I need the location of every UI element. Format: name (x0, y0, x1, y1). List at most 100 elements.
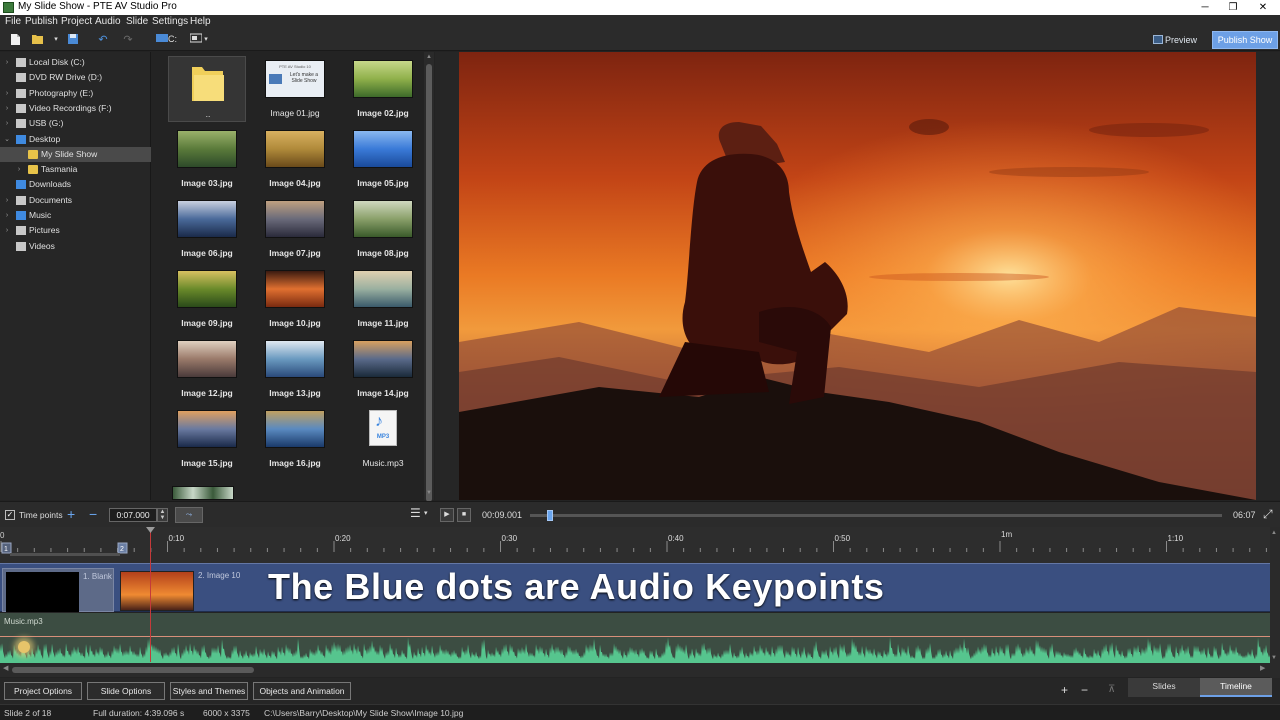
file-tile-image-08-jpg[interactable]: Image 08.jpg (344, 196, 422, 262)
tree-expander-icon[interactable]: ⌄ (3, 132, 11, 147)
tree-expander-icon[interactable]: › (3, 55, 11, 70)
minimize-icon[interactable]: ─ (1190, 0, 1220, 15)
project-options-button[interactable]: Project Options (4, 682, 82, 700)
menu-file[interactable]: File (5, 16, 21, 27)
slide-options-button[interactable]: Slide Options (87, 682, 165, 700)
tree-item-video-recordings-f[interactable]: › Video Recordings (F:) (0, 101, 151, 116)
menu-slide[interactable]: Slide (126, 16, 148, 27)
time-stepper-icon[interactable]: ▲ ▼ (157, 508, 168, 522)
file-tile-image-01-jpg[interactable]: PTE AV Studio 10 Let's make a Slide Show Im… (256, 56, 334, 122)
open-dropdown-icon[interactable]: ▾ (49, 33, 63, 47)
menu-audio[interactable]: Audio (95, 16, 121, 27)
file-tile-image-07-jpg[interactable]: Image 07.jpg (256, 196, 334, 262)
menu-publish[interactable]: Publish (25, 16, 58, 27)
playhead[interactable] (150, 527, 151, 662)
file-tile-image-15-jpg[interactable]: Image 15.jpg (168, 406, 246, 472)
file-tile-image-06-jpg[interactable]: Image 06.jpg (168, 196, 246, 262)
file-tile-image-13-jpg[interactable]: Image 13.jpg (256, 336, 334, 402)
tab-timeline[interactable]: Timeline (1200, 678, 1272, 697)
close-icon[interactable]: ✕ (1248, 0, 1278, 15)
playback-progress-track[interactable] (530, 514, 1222, 517)
undo-icon[interactable]: ↶ (96, 33, 110, 47)
file-tile-image-05-jpg[interactable]: Image 05.jpg (344, 126, 422, 192)
tree-expander-icon[interactable]: › (15, 162, 23, 177)
slides-track[interactable]: 1. Blank 2. Image 10 The Blue dots are A… (0, 563, 1270, 612)
tree-expander-icon[interactable]: › (3, 193, 11, 208)
menu-project[interactable]: Project (61, 16, 92, 27)
list-menu-dropdown-icon[interactable]: ▾ (424, 509, 428, 517)
objects-and-animation-button[interactable]: Objects and Animation (253, 682, 351, 700)
tree-item-local-disk-c[interactable]: › Local Disk (C:) (0, 55, 151, 70)
redo-icon[interactable]: ↷ (121, 33, 135, 47)
file-tile-image-09-jpg[interactable]: Image 09.jpg (168, 266, 246, 332)
file-browser-scrollbar[interactable]: ▲ ▼ (424, 52, 434, 502)
tree-expander-icon[interactable]: › (3, 101, 11, 116)
timeline-scrollbar[interactable]: ◀ ▶ (0, 663, 1270, 677)
scrollbar-thumb[interactable] (426, 64, 432, 502)
file-tile-music-mp3[interactable]: ♪ MP3 Music.mp3 (344, 406, 422, 472)
drive-icon[interactable] (155, 33, 169, 47)
scroll-left-icon[interactable]: ◀ (3, 664, 8, 672)
add-timepoint-icon[interactable]: + (67, 506, 75, 522)
file-tile-image-04-jpg[interactable]: Image 04.jpg (256, 126, 334, 192)
open-folder-icon[interactable] (31, 33, 45, 47)
drive-label[interactable]: C: (168, 34, 177, 44)
image-thumbnail-partial[interactable] (172, 486, 234, 500)
file-tile-image-12-jpg[interactable]: Image 12.jpg (168, 336, 246, 402)
file-tile-image-16-jpg[interactable]: Image 16.jpg (256, 406, 334, 472)
scroll-down-icon[interactable]: ▼ (426, 490, 432, 496)
tree-expander-icon[interactable]: › (3, 208, 11, 223)
sync-keypoints-icon[interactable]: ⤳ (175, 507, 203, 523)
scroll-up-icon[interactable]: ▲ (426, 54, 432, 60)
maximize-icon[interactable]: ❐ (1218, 0, 1248, 15)
timepoint-time-field[interactable]: 0:07.000 (109, 508, 157, 522)
tree-item-usb-g[interactable]: › USB (G:) (0, 116, 151, 131)
tree-item-my-slide-show[interactable]: My Slide Show (0, 146, 151, 162)
file-tile-image-03-jpg[interactable]: Image 03.jpg (168, 126, 246, 192)
menu-help[interactable]: Help (190, 16, 211, 27)
fullscreen-icon[interactable]: ⤢ (1263, 507, 1273, 522)
file-tile-image-14-jpg[interactable]: Image 14.jpg (344, 336, 422, 402)
timeline-vertical-scrollbar[interactable]: ▲ ▼ (1270, 527, 1280, 678)
menu-settings[interactable]: Settings (152, 16, 188, 27)
tree-item-pictures[interactable]: › Pictures (0, 223, 151, 238)
file-tile-image-02-jpg[interactable]: Image 02.jpg (344, 56, 422, 122)
tree-item-tasmania[interactable]: › Tasmania (0, 162, 151, 177)
timeline-scroll-down-icon[interactable]: ▼ (1271, 655, 1277, 661)
tree-expander-icon[interactable]: › (3, 223, 11, 238)
new-file-icon[interactable] (8, 33, 22, 47)
file-tile-image-10-jpg[interactable]: Image 10.jpg (256, 266, 334, 332)
scroll-right-icon[interactable]: ▶ (1260, 664, 1265, 672)
stop-icon[interactable]: ■ (457, 508, 471, 522)
zoom-in-icon[interactable]: + (1061, 683, 1068, 697)
save-icon[interactable] (66, 33, 80, 47)
tree-expander-icon[interactable]: › (3, 116, 11, 131)
publish-show-button[interactable]: Publish Show (1212, 31, 1278, 49)
remove-timepoint-icon[interactable]: − (89, 506, 97, 522)
slide-block-1[interactable]: 1. Blank (2, 568, 114, 612)
file-tile-image-11-jpg[interactable]: Image 11.jpg (344, 266, 422, 332)
tree-expander-icon[interactable]: › (3, 86, 11, 101)
zoom-out-icon[interactable]: − (1081, 683, 1088, 697)
tree-item-photography-e[interactable]: › Photography (E:) (0, 86, 151, 101)
preview-button[interactable]: Preview (1148, 31, 1200, 49)
timeline-ruler[interactable]: 0 0:10 0:20 0:30 0:40 0:50 1m 1:10 1 2 (0, 527, 1270, 555)
view-mode-dropdown-icon[interactable]: ▾ (199, 33, 213, 47)
timepoints-checkbox[interactable]: ✓ (5, 510, 15, 520)
tree-item-desktop[interactable]: ⌄ Desktop (0, 132, 151, 147)
timeline-scroll-up-icon[interactable]: ▲ (1271, 530, 1277, 536)
list-menu-icon[interactable]: ☰ (410, 506, 421, 520)
play-icon[interactable]: ▶ (440, 508, 454, 522)
playback-progress-thumb[interactable] (547, 510, 554, 521)
file-tile-[interactable]: .. (168, 56, 246, 122)
audio-track[interactable]: Music.mp3 (0, 613, 1270, 663)
zoom-fit-icon[interactable]: ⊼ (1108, 684, 1115, 695)
tab-slides[interactable]: Slides (1128, 678, 1200, 697)
tree-item-dvd-rw-drive-d[interactable]: DVD RW Drive (D:) (0, 70, 151, 85)
tree-item-downloads[interactable]: Downloads (0, 177, 151, 192)
styles-and-themes-button[interactable]: Styles and Themes (170, 682, 248, 700)
tree-item-documents[interactable]: › Documents (0, 193, 151, 208)
tree-item-videos[interactable]: Videos (0, 239, 151, 254)
tree-item-music[interactable]: › Music (0, 208, 151, 223)
timeline-scrollbar-thumb[interactable] (12, 667, 254, 673)
